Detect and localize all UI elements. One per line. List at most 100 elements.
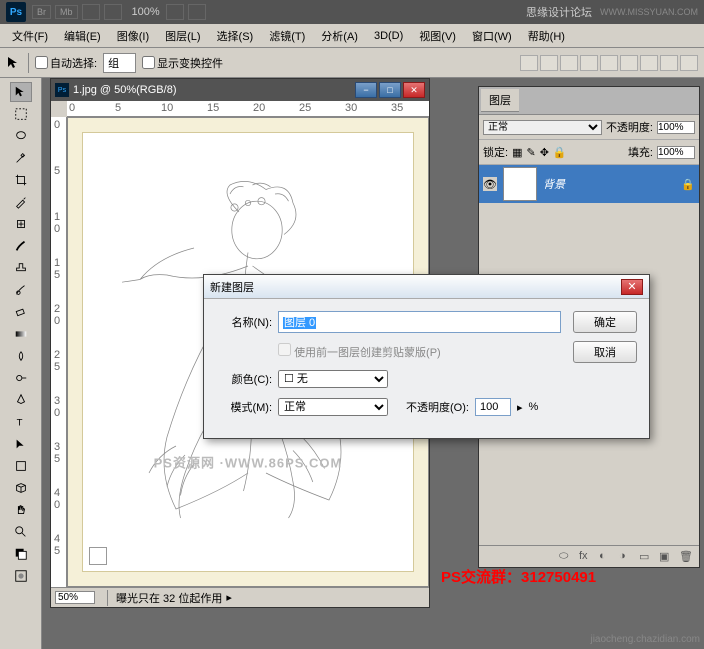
name-input[interactable]: 图层 0 <box>278 311 561 333</box>
move-tool-icon <box>6 55 22 71</box>
eyedropper-tool[interactable] <box>10 192 32 212</box>
menu-window[interactable]: 窗口(W) <box>464 28 520 44</box>
layer-item[interactable]: 👁 背景 🔒 <box>479 165 699 203</box>
document-titlebar[interactable]: Ps 1.jpg @ 50%(RGB/8) − □ ✕ <box>51 79 429 101</box>
auto-select-checkbox[interactable]: 自动选择: <box>35 55 97 71</box>
ps-logo: Ps <box>6 2 26 22</box>
link-icon[interactable]: ⬭ <box>559 550 573 564</box>
menu-edit[interactable]: 编辑(E) <box>56 28 109 44</box>
arrange-icon[interactable] <box>104 4 122 20</box>
ok-button[interactable]: 确定 <box>573 311 637 333</box>
marquee-tool[interactable] <box>10 104 32 124</box>
blur-tool[interactable] <box>10 346 32 366</box>
history-brush-tool[interactable] <box>10 280 32 300</box>
lock-all-icon[interactable]: 🔒 <box>553 146 567 159</box>
fill-label: 填充: <box>628 144 653 160</box>
dialog-close-button[interactable]: ✕ <box>621 279 643 295</box>
annotation-text: PS交流群：312750491 <box>441 566 596 587</box>
minibridge-button[interactable]: Mb <box>55 5 78 19</box>
color-select[interactable]: ☐ 无 <box>278 370 388 388</box>
align-icon[interactable] <box>600 55 618 71</box>
mask-icon[interactable]: ◐ <box>599 550 613 564</box>
quickmask-tool[interactable] <box>10 566 32 586</box>
menu-help[interactable]: 帮助(H) <box>520 28 573 44</box>
blend-mode-select[interactable]: 正常 <box>483 120 602 135</box>
lock-move-icon[interactable]: ✥ <box>540 146 549 159</box>
align-icon[interactable] <box>540 55 558 71</box>
hand-tool[interactable] <box>10 500 32 520</box>
screen-mode-icon[interactable] <box>82 4 100 20</box>
zoom-level[interactable]: 100% <box>132 6 160 18</box>
layer-name[interactable]: 背景 <box>543 176 565 192</box>
healing-tool[interactable] <box>10 214 32 234</box>
menu-analysis[interactable]: 分析(A) <box>313 28 366 44</box>
layer-thumbnail[interactable] <box>503 167 537 201</box>
mode-label: 模式(M): <box>216 399 272 415</box>
color-swatch[interactable] <box>10 544 32 564</box>
close-button[interactable]: ✕ <box>403 82 425 98</box>
dialog-titlebar[interactable]: 新建图层 ✕ <box>204 275 649 299</box>
visibility-icon[interactable]: 👁 <box>483 177 497 191</box>
3d-tool[interactable] <box>10 478 32 498</box>
menu-layer[interactable]: 图层(L) <box>157 28 208 44</box>
shape-tool[interactable] <box>10 456 32 476</box>
align-icon[interactable] <box>560 55 578 71</box>
statusbar: 曝光只在 32 位起作用 ▸ <box>51 587 429 607</box>
align-icon[interactable] <box>660 55 678 71</box>
eraser-tool[interactable] <box>10 302 32 322</box>
pen-tool[interactable] <box>10 390 32 410</box>
wand-tool[interactable] <box>10 148 32 168</box>
path-select-tool[interactable] <box>10 434 32 454</box>
align-icon[interactable] <box>580 55 598 71</box>
dodge-tool[interactable] <box>10 368 32 388</box>
menu-image[interactable]: 图像(I) <box>109 28 157 44</box>
align-icon[interactable] <box>620 55 638 71</box>
lock-brush-icon[interactable]: ✎ <box>526 146 535 159</box>
minimize-button[interactable]: − <box>355 82 377 98</box>
move-tool[interactable] <box>10 82 32 102</box>
dialog-opacity-input[interactable] <box>475 398 511 416</box>
layers-tab[interactable]: 图层 <box>481 89 519 112</box>
dialog-title: 新建图层 <box>210 279 254 295</box>
hand-icon[interactable] <box>166 4 184 20</box>
gradient-tool[interactable] <box>10 324 32 344</box>
opacity-unit: % <box>528 401 538 413</box>
brush-tool[interactable] <box>10 236 32 256</box>
opacity-input[interactable] <box>657 121 695 134</box>
name-label: 名称(N): <box>216 314 272 330</box>
bridge-button[interactable]: Br <box>32 5 51 19</box>
delete-icon[interactable]: 🗑 <box>679 550 693 564</box>
fill-input[interactable] <box>657 146 695 159</box>
align-icon[interactable] <box>680 55 698 71</box>
fx-icon[interactable]: fx <box>579 550 593 564</box>
menu-file[interactable]: 文件(F) <box>4 28 56 44</box>
zoom-tool[interactable] <box>10 522 32 542</box>
opacity-arrow[interactable]: ▸ <box>517 401 523 414</box>
menu-select[interactable]: 选择(S) <box>209 28 262 44</box>
status-text: 曝光只在 32 位起作用 <box>107 590 222 606</box>
clip-checkbox[interactable]: 使用前一图层创建剪贴蒙版(P) <box>278 343 441 360</box>
color-label: 颜色(C): <box>216 371 272 387</box>
app-titlebar: Ps Br Mb 100% 思缘设计论坛 WWW.MISSYUAN.COM <box>0 0 704 24</box>
adjustment-icon[interactable]: ◑ <box>619 550 633 564</box>
stamp-tool[interactable] <box>10 258 32 278</box>
type-tool[interactable]: T <box>10 412 32 432</box>
cancel-button[interactable]: 取消 <box>573 341 637 363</box>
zoom-input[interactable] <box>55 591 95 604</box>
align-icon[interactable] <box>640 55 658 71</box>
show-transform-checkbox[interactable]: 显示变换控件 <box>142 55 223 71</box>
menu-filter[interactable]: 滤镜(T) <box>261 28 313 44</box>
maximize-button[interactable]: □ <box>379 82 401 98</box>
lasso-tool[interactable] <box>10 126 32 146</box>
group-icon[interactable]: ▭ <box>639 550 653 564</box>
crop-tool[interactable] <box>10 170 32 190</box>
align-icon[interactable] <box>520 55 538 71</box>
auto-select-target[interactable]: 组 <box>103 53 136 73</box>
zoom-icon[interactable] <box>188 4 206 20</box>
new-layer-icon[interactable]: ▣ <box>659 550 673 564</box>
lock-pixels-icon[interactable]: ▦ <box>512 146 522 159</box>
menu-3d[interactable]: 3D(D) <box>366 30 411 42</box>
ps-icon: Ps <box>55 83 69 97</box>
menu-view[interactable]: 视图(V) <box>411 28 464 44</box>
mode-select[interactable]: 正常 <box>278 398 388 416</box>
